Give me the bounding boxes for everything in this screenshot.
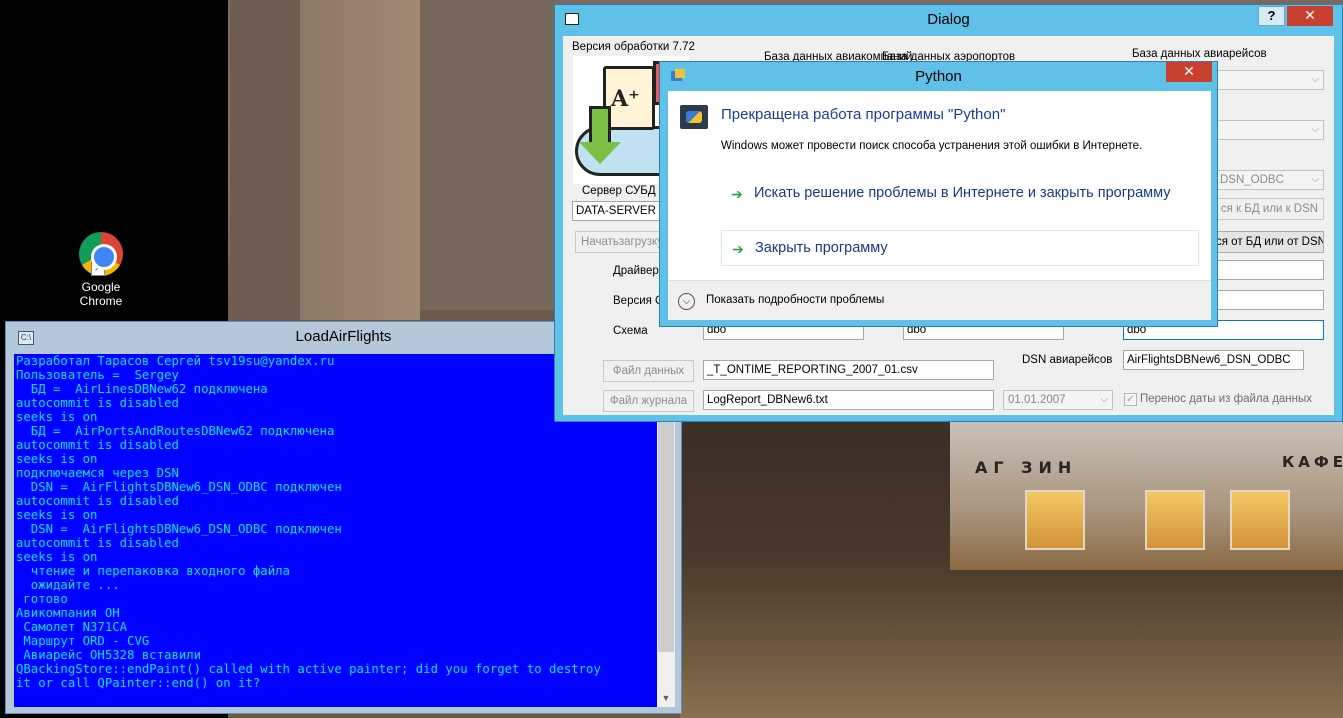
console-line: подключаемся через DSN xyxy=(16,466,179,480)
error-heading: Прекращена работа программы "Python" xyxy=(721,106,1006,123)
chevron-down-icon: ⌵ xyxy=(1311,174,1319,185)
desktop-icon-google-chrome[interactable]: ↗ Google Chrome xyxy=(66,232,136,308)
server-label: Сервер СУБД xyxy=(582,185,656,197)
console-line: ожидайте ... xyxy=(16,578,120,592)
console-line: чтение и перепаковка входного файла xyxy=(16,564,290,578)
db-flights-label: База данных авиарейсов xyxy=(1132,48,1267,60)
console-line: Самолет N371CA xyxy=(16,620,128,634)
data-file-field[interactable]: _T_ONTIME_REPORTING_2007_01.csv xyxy=(703,360,994,380)
shop-sign-right: КАФЕ xyxy=(1282,453,1343,471)
shortcut-arrow-icon: ↗ xyxy=(91,262,105,276)
wallpaper-building xyxy=(230,0,300,320)
dsn-flights-label: DSN авиарейсов xyxy=(1022,354,1113,366)
chevron-down-icon: ⌵ xyxy=(1311,74,1319,85)
connect-button[interactable]: ся к БД или к DSN xyxy=(1215,198,1324,220)
wallpaper-ground xyxy=(680,560,1343,718)
search-solution-option[interactable]: ➔ Искать решение проблемы в Интернете и … xyxy=(721,176,1199,210)
date-value: 01.01.2007 xyxy=(1008,394,1066,406)
console-line: seeks is on xyxy=(16,550,98,564)
python-title: Python xyxy=(915,68,962,85)
console-line: Авикомпания OH xyxy=(16,606,120,620)
console-line: QBackingStore::endPaint() called with ac… xyxy=(16,662,601,676)
details-footer: ⌵ Показать подробности проблемы xyxy=(668,280,1211,320)
db-flights-combo[interactable]: ⌵ xyxy=(1215,70,1324,90)
close-button[interactable]: ✕ xyxy=(1166,62,1212,82)
console-line: autocommit is disabled xyxy=(16,494,179,508)
console-line: Авиарейс OH5328 вставили xyxy=(16,648,202,662)
odbc-version-field-3[interactable] xyxy=(1215,290,1324,310)
shop-sign-left: АГ ЗИН xyxy=(975,458,1078,477)
shop-window xyxy=(1145,490,1205,550)
chrome-icon: ↗ xyxy=(79,232,123,276)
wallpaper-building xyxy=(300,0,420,320)
server-field[interactable]: DATA-SERVER xyxy=(572,201,668,221)
shop-window xyxy=(1230,490,1290,550)
download-arrowhead-icon xyxy=(579,142,621,164)
python-error-icon xyxy=(680,105,708,129)
schema-label: Схема xyxy=(613,325,648,337)
log-file-field[interactable]: LogReport_DBNew6.txt xyxy=(703,390,994,410)
start-load-button[interactable]: Начатьзагрузку xyxy=(575,231,669,253)
dialog-title: Dialog xyxy=(927,11,970,28)
console-line: it or call QPainter::end() on it? xyxy=(16,676,261,690)
chevron-down-icon[interactable]: ⌵ xyxy=(678,293,695,310)
combo-box[interactable]: ⌵ xyxy=(1215,120,1324,140)
python-error-window[interactable]: Python ✕ Прекращена работа программы "Py… xyxy=(659,61,1218,327)
close-program-option[interactable]: ➔ Закрыть программу xyxy=(721,230,1199,266)
console-line: DSN = AirFlightsDBNew6_DSN_ODBC подключе… xyxy=(16,522,342,536)
error-description: Windows может провести поиск способа уст… xyxy=(721,140,1143,152)
date-transfer-checkbox[interactable]: ✓ xyxy=(1124,393,1137,406)
log-file-button[interactable]: Файл журнала xyxy=(603,390,694,412)
option-label: Закрыть программу xyxy=(755,240,888,256)
console-line: DSN = AirFlightsDBNew6_DSN_ODBC подключе… xyxy=(16,480,342,494)
dsn-combo[interactable]: DSN_ODBC ⌵ xyxy=(1215,170,1324,190)
console-line: БД = AirPortsAndRoutesDBNew62 подключена xyxy=(16,424,335,438)
date-transfer-label: Перенос даты из файла данных xyxy=(1140,393,1313,405)
console-line: Маршрут ORD - CVG xyxy=(16,634,150,648)
desktop-icon-label: Chrome xyxy=(79,294,123,308)
help-button[interactable]: ? xyxy=(1258,6,1285,26)
show-details-link[interactable]: Показать подробности проблемы xyxy=(706,294,884,306)
console-line: готово xyxy=(16,592,68,606)
console-line: autocommit is disabled xyxy=(16,438,179,452)
dsn-flights-field[interactable]: AirFlightsDBNew6_DSN_ODBC xyxy=(1123,350,1304,370)
data-file-button[interactable]: Файл данных xyxy=(603,360,694,382)
close-button[interactable]: ✕ xyxy=(1287,6,1333,26)
arrow-right-icon: ➔ xyxy=(732,241,744,257)
console-line: seeks is on xyxy=(16,452,98,466)
shop-window xyxy=(1025,490,1085,550)
wallpaper-building xyxy=(420,0,560,310)
driver-field-3[interactable] xyxy=(1215,260,1324,280)
download-arrow-icon xyxy=(589,106,611,146)
dialog-titlebar[interactable]: Dialog ? ✕ xyxy=(555,5,1342,36)
chevron-down-icon: ⌵ xyxy=(1311,124,1319,135)
dsn-combo-value: DSN_ODBC xyxy=(1220,174,1284,186)
option-label: Искать решение проблемы в Интернете и за… xyxy=(754,185,1171,201)
python-error-content: Прекращена работа программы "Python" Win… xyxy=(668,91,1211,320)
grade-icon: A⁺ xyxy=(611,86,640,112)
version-label: Версия обработки 7.72 xyxy=(572,41,695,53)
desktop-icon-label: Google xyxy=(81,280,121,294)
chevron-down-icon: ⌵ xyxy=(1100,394,1108,405)
date-picker[interactable]: 01.01.2007 ⌵ xyxy=(1003,390,1113,410)
console-line: seeks is on xyxy=(16,508,98,522)
console-line: autocommit is disabled xyxy=(16,536,179,550)
scroll-down-icon[interactable]: ▼ xyxy=(657,690,675,707)
disconnect-button[interactable]: ся от БД или от DSN xyxy=(1215,231,1324,253)
python-titlebar[interactable]: Python ✕ xyxy=(660,62,1217,91)
arrow-right-icon: ➔ xyxy=(731,186,743,202)
